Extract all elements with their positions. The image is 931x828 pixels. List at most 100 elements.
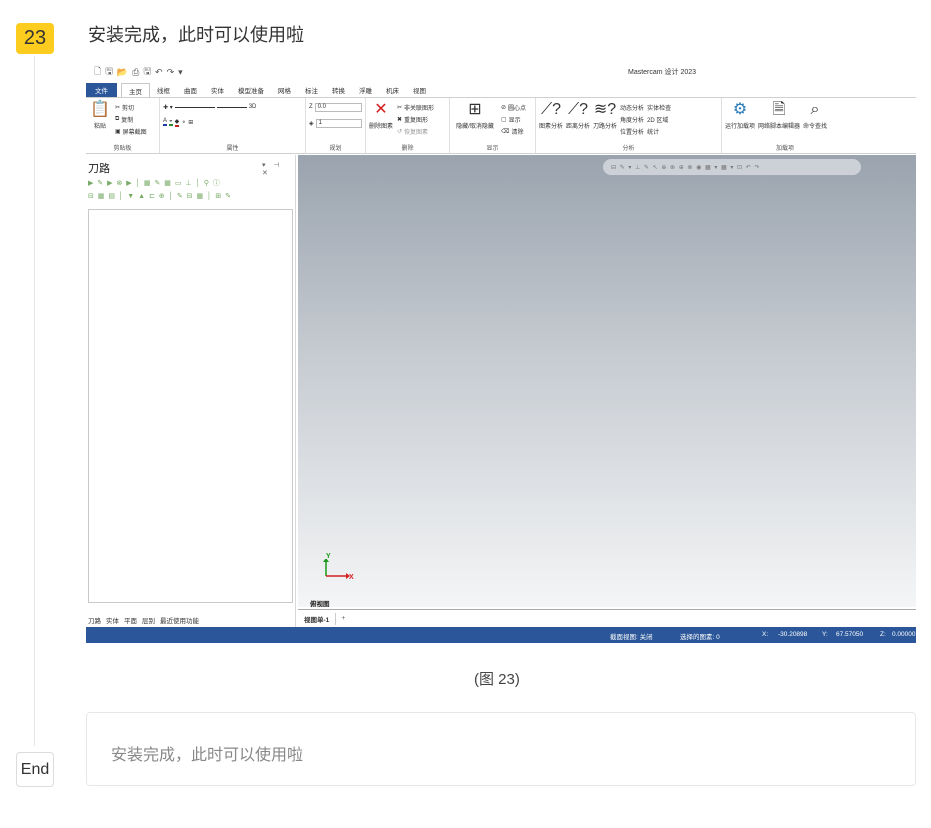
panel-controls[interactable]: ▾ ⊣ ✕	[262, 161, 295, 177]
save-as-icon[interactable]: 🖫	[143, 64, 151, 80]
ribbon-group-delete: ✕ 删除图素 ✂ 非关联图形 ✖ 重复图形 ↺ 恢复图素 删除	[366, 98, 450, 153]
entity-analysis-button[interactable]: ⟋? 图素分析	[539, 101, 563, 137]
stats-button[interactable]: 统计	[647, 125, 671, 137]
status-y-value: 67.57050	[836, 631, 864, 638]
solid-color-icon[interactable]: ◆	[174, 118, 180, 127]
point-style-icon: ✚ ▾	[163, 104, 173, 111]
panel-toolbar[interactable]: ▶︎ ✎ ▶︎ ⊗ ▶︎ │ ▦ ✎ ▦ ▭ ⊥ │ ⚲ ⓘ ⊟ ▦ ▤ │ ▼ …	[88, 177, 288, 203]
tab-relief[interactable]: 浮雕	[352, 83, 379, 97]
clear-icon: ⌫	[501, 128, 510, 135]
hide-unhide-button[interactable]: ⊞ 隐藏/取消隐藏	[453, 101, 497, 137]
note-box: 安装完成，此时可以使用啦	[86, 712, 916, 786]
tab-transform[interactable]: 转换	[325, 83, 352, 97]
timeline-line	[34, 56, 35, 746]
panel-tab-levels[interactable]: 层别	[142, 615, 155, 625]
clear-button[interactable]: ⌫ 清除	[501, 125, 526, 137]
solid-check-button[interactable]: 实体检查	[647, 101, 671, 113]
surface-color-icon[interactable]: ◒	[169, 118, 173, 126]
tab-drafting[interactable]: 标注	[298, 83, 325, 97]
panel-tab-toolpaths[interactable]: 刀路	[88, 615, 101, 625]
redo-icon[interactable]: ↷	[167, 67, 175, 78]
tab-mesh[interactable]: 网格	[271, 83, 298, 97]
wire-color-icon[interactable]: A	[163, 118, 168, 126]
centerpoint-button[interactable]: ⊘ 圆心点	[501, 101, 526, 113]
screenshot-button[interactable]: ▣ 屏幕截图	[115, 125, 147, 137]
add-view-sheet-button[interactable]: +	[336, 615, 350, 622]
gear-icon: ⚙	[732, 101, 748, 118]
open-icon[interactable]: 📂	[117, 67, 128, 78]
group-label-delete: 删除	[401, 146, 414, 152]
run-addin-button[interactable]: ⚙ 运行加载项	[725, 101, 755, 131]
ribbon-group-planes: Z 0.0 ◈ 1 规划	[306, 98, 366, 153]
tab-wireframe[interactable]: 线框	[150, 83, 177, 97]
material-icon[interactable]: ⚬	[181, 119, 186, 126]
copy-icon: ⧉	[115, 115, 120, 122]
delete-duplicate-button[interactable]: ✖ 重复图形	[397, 113, 434, 125]
paste-button[interactable]: 📋 粘贴	[89, 101, 111, 137]
distance-analysis-button[interactable]: ⟋? 距离分析	[566, 101, 590, 137]
undelete-button[interactable]: ↺ 恢复图素	[397, 125, 434, 137]
panel-tab-planes[interactable]: 平面	[124, 615, 137, 625]
delete-nonassoc-button[interactable]: ✂ 非关联图形	[397, 101, 434, 113]
panel-title: 刀路	[88, 163, 110, 175]
script-editor-button[interactable]: 🗎 网络脚本编辑器	[758, 101, 800, 131]
axis-x-label: X	[349, 574, 354, 581]
delete-nonassoc-icon: ✂	[397, 104, 403, 111]
screenshot-icon: ▣	[115, 128, 121, 135]
show-button[interactable]: ▢ 显示	[501, 113, 526, 125]
command-finder-button[interactable]: ⌕ 命令查找	[803, 101, 827, 131]
ribbon-group-attributes: ✚ ▾ 3D A ◒ ◆ ⚬ ⊞ 属性	[160, 98, 306, 153]
mastercam-screenshot: 🗋 🖫 📂 ⎙ 🖫 ↶ ↷ ▾ Mastercam 设计 2023 文件 主页 …	[86, 61, 916, 643]
tab-home[interactable]: 主页	[121, 83, 150, 97]
2d-area-button[interactable]: 2D 区域	[647, 113, 671, 125]
tab-model-prep[interactable]: 模型准备	[231, 83, 271, 97]
tab-file[interactable]: 文件	[86, 83, 117, 97]
angle-analysis-button[interactable]: 角度分析	[620, 113, 644, 125]
mode-3d[interactable]: 3D	[249, 104, 257, 110]
status-z-label: Z:	[880, 631, 886, 638]
tab-machine[interactable]: 机床	[379, 83, 406, 97]
position-analysis-button[interactable]: 位置分析	[620, 125, 644, 137]
entity-analysis-icon: ⟋?	[540, 101, 562, 118]
qat-dropdown-icon[interactable]: ▾	[178, 67, 183, 78]
level-input[interactable]: 1	[315, 118, 362, 128]
status-section-view[interactable]: 截面视图: 关闭	[610, 631, 653, 641]
tab-surfaces[interactable]: 曲面	[177, 83, 204, 97]
panel-tabs: 刀路 实体 平面 层别 最近使用功能	[88, 615, 199, 625]
panel-tab-solids[interactable]: 实体	[106, 615, 119, 625]
save-icon[interactable]: 🖫	[105, 64, 113, 80]
toolpath-analysis-icon: ≋?	[593, 101, 617, 118]
tab-solids[interactable]: 实体	[204, 83, 231, 97]
tab-view[interactable]: 视图	[406, 83, 433, 97]
color-row[interactable]: A ◒ ◆ ⚬ ⊞	[163, 116, 302, 128]
group-label-attributes: 属性	[226, 146, 239, 152]
panel-tab-recent[interactable]: 最近使用功能	[160, 615, 199, 625]
status-bar: 截面视图: 关闭 选择的图素: 0 X: -30.20898 Y: 67.570…	[86, 627, 916, 643]
graphics-viewport[interactable]: ⊟ ✎ ▾ ⊥ ✎ ↖ ⊕ ⊗ ⊕ ⊗ ◉ ▦ ▾ ▦ ▾ ⊡ ↶ ↷ Y X …	[298, 155, 916, 608]
view-sheet-tab[interactable]: 视图单-1	[298, 612, 337, 625]
status-z-value: 0.00000	[892, 631, 916, 638]
distance-analysis-icon: ⟋?	[567, 101, 589, 118]
line-style-row[interactable]: ✚ ▾ 3D	[163, 101, 302, 113]
undo-icon[interactable]: ↶	[155, 67, 163, 78]
cut-icon: ✂	[115, 104, 121, 111]
delete-duplicate-icon: ✖	[397, 116, 403, 123]
attributes-icon[interactable]: ⊞	[188, 119, 193, 126]
line-width-select[interactable]	[216, 106, 247, 108]
line-style-select[interactable]	[174, 106, 215, 108]
ribbon: 📋 粘贴 ✂ 剪切 ⧉ 复制 ▣ 屏幕截图 剪贴板 ✚ ▾ 3D A ◒ ◆ ⚬…	[86, 97, 916, 154]
ribbon-group-clipboard: 📋 粘贴 ✂ 剪切 ⧉ 复制 ▣ 屏幕截图 剪贴板	[86, 98, 160, 153]
copy-button[interactable]: ⧉ 复制	[115, 113, 147, 125]
delete-entity-button[interactable]: ✕ 删除图素	[369, 101, 393, 137]
z-depth-input[interactable]: 0.0	[314, 102, 362, 112]
viewport-toolbar[interactable]: ⊟ ✎ ▾ ⊥ ✎ ↖ ⊕ ⊗ ⊕ ⊗ ◉ ▦ ▾ ▦ ▾ ⊡ ↶ ↷	[603, 159, 861, 175]
toolpath-analysis-button[interactable]: ≋? 刀路分析	[593, 101, 617, 137]
dynamic-analysis-button[interactable]: 动态分析	[620, 101, 644, 113]
toolpath-tree[interactable]	[88, 209, 293, 603]
cut-button[interactable]: ✂ 剪切	[115, 101, 147, 113]
print-icon[interactable]: ⎙	[132, 67, 139, 78]
ribbon-group-addins: ⚙ 运行加载项 🗎 网络脚本编辑器 ⌕ 命令查找 加载项	[722, 98, 848, 153]
end-badge: End	[16, 752, 54, 787]
figure-caption: (图 23)	[474, 671, 520, 688]
new-file-icon[interactable]: 🗋	[94, 64, 101, 80]
